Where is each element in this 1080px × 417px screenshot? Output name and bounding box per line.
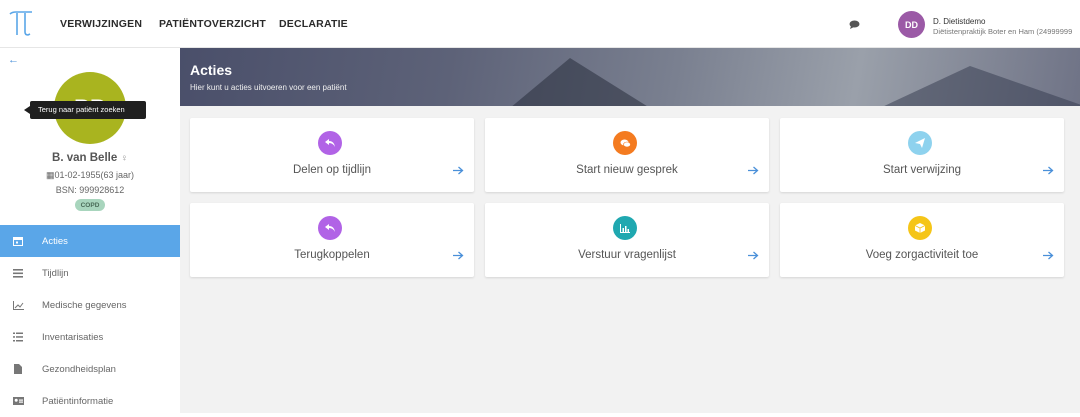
chat-bubbles-icon [613, 131, 637, 155]
list-icon [12, 268, 24, 278]
action-card-terugkoppelen[interactable]: Terugkoppelen [190, 203, 474, 277]
main-content: Acties Hier kunt u acties uitvoeren voor… [180, 48, 1080, 413]
sidebar-item-inventarisaties[interactable]: Inventarisaties [0, 321, 180, 353]
calendar-icon [12, 236, 24, 246]
arrow-right-icon [453, 166, 464, 175]
pi-logo-icon[interactable] [8, 10, 34, 38]
patient-sidebar: ← BB B. van Belle ♀ ▦01-02-1955(63 jaar)… [0, 48, 180, 413]
arrow-right-icon [1043, 166, 1054, 175]
page-header-banner: Acties Hier kunt u acties uitvoeren voor… [180, 48, 1080, 106]
sidebar-item-label: Gezondheidsplan [42, 363, 116, 375]
patient-menu: Acties Tijdlijn Medische gegevens Invent… [0, 225, 180, 417]
top-navigation-bar: VERWIJZINGEN PATIËNTOVERZICHT DECLARATIE… [0, 0, 1080, 48]
document-icon [12, 364, 24, 374]
sidebar-item-acties[interactable]: Acties [0, 225, 180, 257]
action-card-label: Start verwijzing [883, 164, 961, 176]
send-icon [908, 131, 932, 155]
arrow-right-icon [748, 251, 759, 260]
sidebar-item-label: Acties [42, 235, 68, 247]
sidebar-item-tijdlijn[interactable]: Tijdlijn [0, 257, 180, 289]
sidebar-item-label: Inventarisaties [42, 331, 104, 343]
action-card-label: Start nieuw gesprek [576, 164, 678, 176]
sidebar-item-patientinformatie[interactable]: Patiëntinformatie [0, 385, 180, 417]
action-card-label: Terugkoppelen [294, 249, 370, 261]
sidebar-item-label: Tijdlijn [42, 267, 69, 279]
chat-icon[interactable] [849, 20, 860, 29]
sidebar-item-label: Patiëntinformatie [42, 395, 114, 407]
id-card-icon [12, 396, 24, 406]
back-arrow-icon[interactable]: ← [8, 54, 19, 66]
arrow-right-icon [1043, 251, 1054, 260]
bar-chart-icon [613, 216, 637, 240]
action-card-label: Verstuur vragenlijst [578, 249, 676, 261]
sidebar-item-label: Medische gegevens [42, 299, 127, 311]
page-subtitle: Hier kunt u acties uitvoeren voor een pa… [190, 83, 347, 92]
user-avatar[interactable]: DD [898, 11, 925, 38]
patient-dob-text: 01-02-1955(63 jaar) [54, 170, 135, 180]
patient-bsn: BSN: 999928612 [55, 185, 125, 195]
nav-verwijzingen[interactable]: VERWIJZINGEN [60, 0, 142, 48]
patient-name-text: B. van Belle [52, 152, 118, 164]
nav-declaratie[interactable]: DECLARATIE [279, 0, 348, 48]
sidebar-item-gezondheidsplan[interactable]: Gezondheidsplan [0, 353, 180, 385]
action-card-start-nieuw-gesprek[interactable]: Start nieuw gesprek [485, 118, 769, 192]
back-tooltip: Terug naar patiënt zoeken [24, 101, 146, 119]
box-icon [908, 216, 932, 240]
action-card-delen-op-tijdlijn[interactable]: Delen op tijdlijn [190, 118, 474, 192]
line-chart-icon [12, 300, 24, 310]
reply-icon [318, 216, 342, 240]
arrow-right-icon [453, 251, 464, 260]
arrow-right-icon [748, 166, 759, 175]
action-card-label: Voeg zorgactiviteit toe [865, 249, 979, 261]
female-icon: ♀ [120, 153, 128, 164]
sidebar-item-medische-gegevens[interactable]: Medische gegevens [0, 289, 180, 321]
action-card-voeg-zorgactiviteit-toe[interactable]: Voeg zorgactiviteit toe [780, 203, 1064, 277]
page-title: Acties [190, 62, 233, 78]
share-icon [318, 131, 342, 155]
action-card-label: Delen op tijdlijn [293, 164, 371, 176]
action-card-verstuur-vragenlijst[interactable]: Verstuur vragenlijst [485, 203, 769, 277]
user-organisation: Diëtistenpraktijk Boter en Ham (24999999 [933, 27, 1073, 36]
user-name[interactable]: D. Dietistdemo [933, 17, 985, 26]
patient-name: B. van Belle ♀ [0, 152, 180, 164]
action-card-start-verwijzing[interactable]: Start verwijzing [780, 118, 1064, 192]
patient-dob: ▦01-02-1955(63 jaar) [0, 170, 180, 181]
checklist-icon [12, 332, 24, 342]
nav-patientoverzicht[interactable]: PATIËNTOVERZICHT [159, 0, 266, 48]
diagnosis-badge: COPD [75, 199, 105, 211]
